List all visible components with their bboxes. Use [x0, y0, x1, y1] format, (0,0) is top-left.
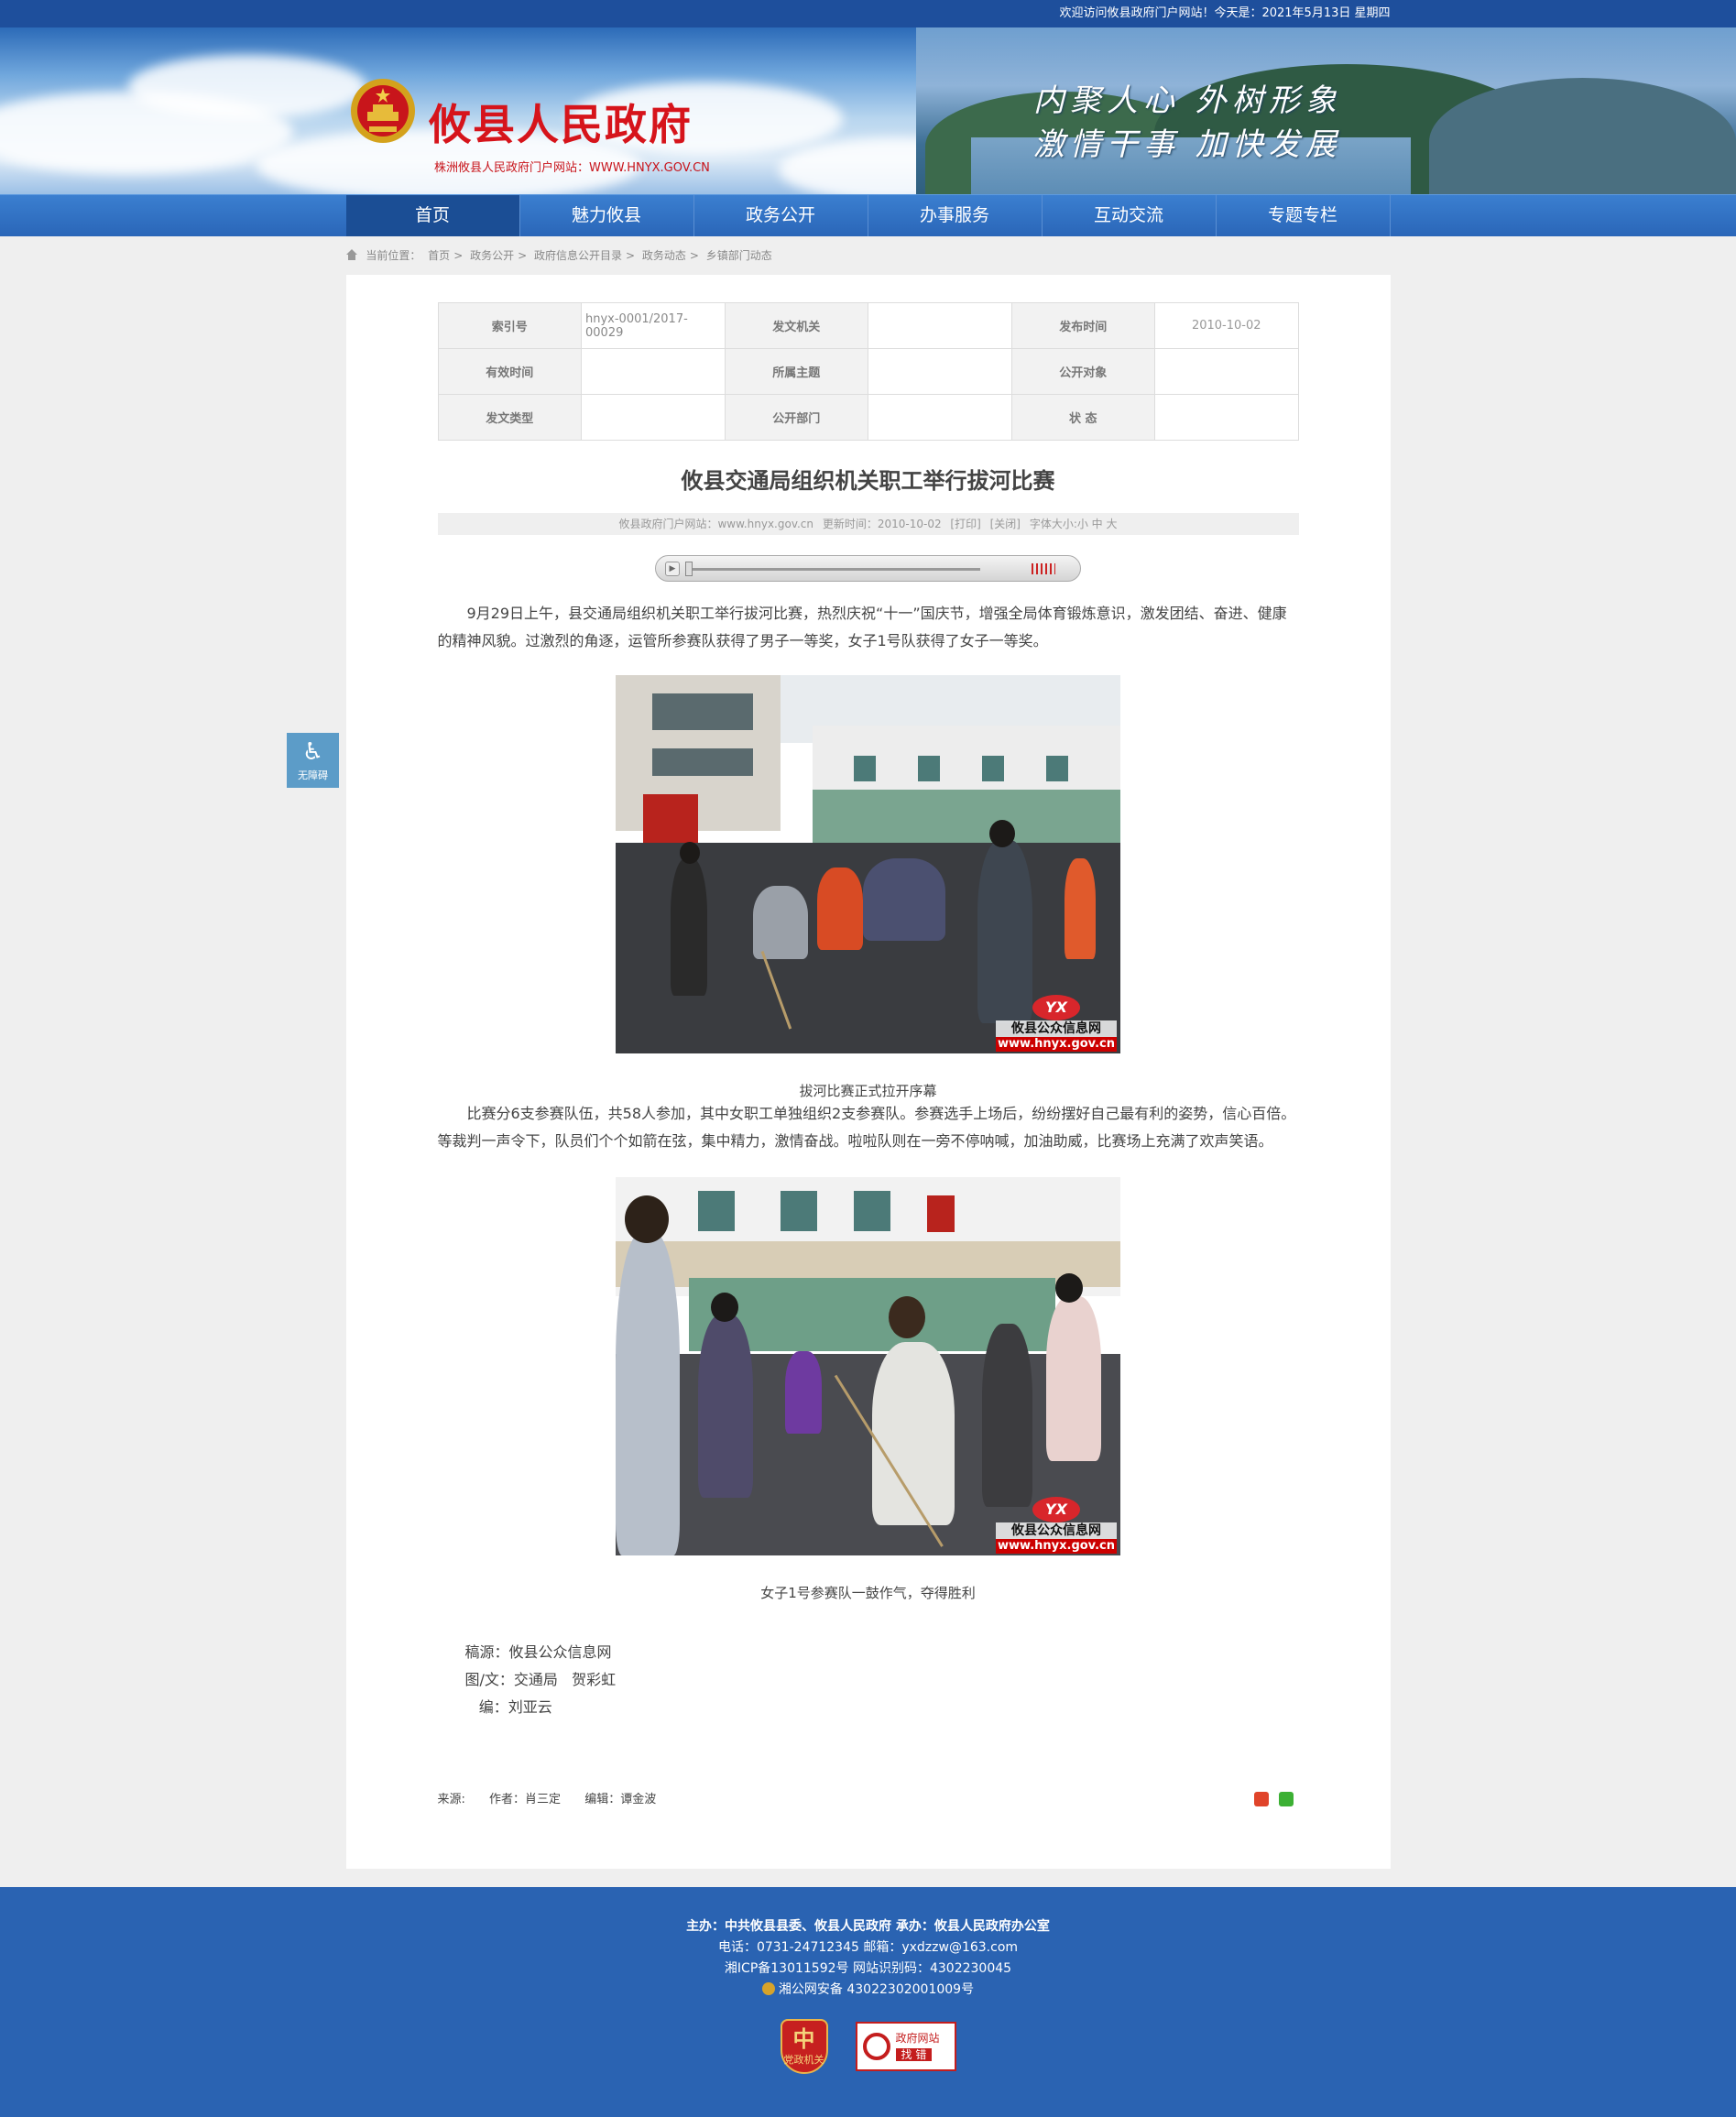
welcome-text: 欢迎访问攸县政府门户网站！今天是：2021年5月13日 星期四: [1059, 6, 1391, 20]
footer-sponsor: 主办：中共攸县县委、攸县人民政府 承办：攸县人民政府办公室: [686, 1919, 1050, 1934]
magnifier-icon: [862, 2033, 890, 2060]
accessibility-label: 无障碍: [298, 769, 328, 781]
credit-source: 稿源：攸县公众信息网: [464, 1643, 612, 1661]
breadcrumb-catalog[interactable]: 政府信息公开目录: [534, 249, 622, 262]
article-footer-info: 来源: 作者：肖三定 编辑：谭金波: [438, 1789, 1299, 1807]
site-title: 攸县人民政府: [429, 100, 693, 149]
wheelchair-icon: ♿: [301, 738, 324, 766]
site-footer: 主办：中共攸县县委、攸县人民政府 承办：攸县人民政府办公室 电话：0731-24…: [0, 1887, 1736, 2117]
breadcrumb-separator: >: [453, 249, 464, 262]
watermark-logo: YX: [1032, 995, 1080, 1020]
meta-key: 发文机关: [724, 302, 868, 349]
top-bar: 欢迎访问攸县政府门户网站！今天是：2021年5月13日 星期四: [0, 0, 1736, 27]
nav-item-gov-affairs[interactable]: 政务公开: [694, 195, 868, 236]
article-paragraph-1: 9月29日上午，县交通局组织机关职工举行拔河比赛，热烈庆祝“十一”国庆节，增强全…: [437, 605, 1287, 649]
home-icon: [345, 249, 357, 260]
main-nav: 首页 魅力攸县 政务公开 办事服务 互动交流 专题专栏: [0, 194, 1736, 236]
meta-key: 索引号: [437, 302, 582, 349]
meta-key: 所属主题: [724, 348, 868, 395]
wechat-share-icon[interactable]: [1278, 1792, 1294, 1806]
meta-key: 状 态: [1010, 394, 1155, 441]
breadcrumb-separator: >: [689, 249, 699, 262]
photo-caption-1: 拔河比赛正式拉开序幕: [799, 1083, 937, 1099]
article-credits: 稿源：攸县公众信息网 图/文：交通局 贺彩虹 编：刘亚云: [438, 1639, 1299, 1721]
watermark: YX 攸县公众信息网 www.hnyx.gov.cn: [996, 1497, 1117, 1554]
breadcrumb-label: 当前位置：: [366, 249, 421, 262]
breadcrumb-home[interactable]: 首页: [428, 249, 450, 262]
party-gov-badge[interactable]: 中 党政机关: [780, 2019, 828, 2074]
nav-item-services[interactable]: 办事服务: [868, 195, 1043, 236]
info-updated: 更新时间：2010-10-02: [822, 518, 942, 530]
meta-value: [1154, 394, 1299, 441]
article-paragraph-2: 比赛分6支参赛队伍，共58人参加，其中女职工单独组织2支参赛队。参赛选手上场后，…: [437, 1105, 1296, 1150]
article-photo-1: YX 攸县公众信息网 www.hnyx.gov.cn: [616, 675, 1120, 1053]
footer-author: 作者：肖三定: [489, 1793, 562, 1806]
volume-icon[interactable]: [1032, 563, 1055, 574]
audio-progress-handle[interactable]: [685, 562, 693, 576]
watermark-name: 攸县公众信息网: [996, 1522, 1117, 1539]
meta-value: [581, 348, 726, 395]
photo-caption-2: 女子1号参赛队一鼓作气，夺得胜利: [760, 1585, 976, 1601]
metadata-table: 索引号 hnyx-0001/2017-00029 发文机关 发布时间 2010-…: [437, 302, 1299, 441]
header-banner: 攸县人民政府 株洲攸县人民政府门户网站：WWW.HNYX.GOV.CN 内聚人心…: [0, 27, 1736, 194]
meta-key: 公开对象: [1010, 348, 1155, 395]
breadcrumb-township[interactable]: 乡镇部门动态: [706, 249, 772, 262]
article-title: 攸县交通局组织机关职工举行拔河比赛: [681, 468, 1055, 494]
breadcrumb-separator: >: [626, 249, 636, 262]
audio-progress-track[interactable]: [687, 568, 980, 571]
article-photo-2: YX 攸县公众信息网 www.hnyx.gov.cn: [616, 1177, 1120, 1555]
footer-public-security[interactable]: 湘公网安备 43022302001009号: [779, 1982, 974, 1997]
play-icon[interactable]: ▶: [665, 562, 680, 576]
gov-site-error-report-badge[interactable]: 政府网站 找 错: [855, 2022, 956, 2071]
meta-value: 2010-10-02: [1154, 302, 1299, 349]
meta-value: [868, 348, 1012, 395]
meta-key: 发文类型: [437, 394, 582, 441]
national-emblem-icon: [351, 79, 415, 143]
watermark-name: 攸县公众信息网: [996, 1020, 1117, 1037]
site-subtitle: 株洲攸县人民政府门户网站：WWW.HNYX.GOV.CN: [434, 161, 710, 175]
breadcrumb: 当前位置： 首页 > 政务公开 > 政府信息公开目录 > 政务动态 > 乡镇部门动态: [345, 236, 1391, 275]
meta-key: 有效时间: [437, 348, 582, 395]
meta-key: 发布时间: [1010, 302, 1155, 349]
police-badge-icon: [761, 1982, 775, 1995]
slogan-line-1: 内聚人心 外树形象: [1033, 82, 1342, 119]
meta-key: 公开部门: [724, 394, 868, 441]
footer-editor: 编辑：谭金波: [584, 1793, 657, 1806]
share-buttons: [1249, 1792, 1294, 1810]
meta-value: [868, 302, 1012, 349]
nav-item-interaction[interactable]: 互动交流: [1043, 195, 1217, 236]
audio-player[interactable]: ▶: [655, 555, 1081, 582]
meta-value: [581, 394, 726, 441]
breadcrumb-news[interactable]: 政务动态: [642, 249, 686, 262]
article-info-bar: 攸县政府门户网站：www.hnyx.gov.cn 更新时间：2010-10-02…: [437, 513, 1299, 535]
credit-author: 图/文：交通局 贺彩虹: [464, 1671, 617, 1688]
footer-icp[interactable]: 湘ICP备13011592号 网站识别码：4302230045: [0, 1959, 1736, 1980]
watermark-url: www.hnyx.gov.cn: [996, 1539, 1117, 1554]
watermark: YX 攸县公众信息网 www.hnyx.gov.cn: [996, 995, 1117, 1052]
weibo-share-icon[interactable]: [1254, 1792, 1270, 1806]
accessibility-button[interactable]: ♿ 无障碍: [287, 733, 339, 788]
breadcrumb-separator: >: [518, 249, 528, 262]
nav-item-topics[interactable]: 专题专栏: [1217, 195, 1391, 236]
print-link[interactable]: [打印]: [950, 518, 980, 530]
watermark-url: www.hnyx.gov.cn: [996, 1037, 1117, 1052]
meta-value: hnyx-0001/2017-00029: [581, 302, 726, 349]
slogan-line-2: 激情干事 加快发展: [1033, 126, 1342, 163]
nav-item-home[interactable]: 首页: [345, 195, 520, 236]
nav-item-charm[interactable]: 魅力攸县: [520, 195, 694, 236]
footer-source: 来源:: [437, 1793, 465, 1806]
font-size-control[interactable]: 字体大小:小 中 大: [1030, 518, 1118, 530]
meta-value: [868, 394, 1012, 441]
meta-value: [1154, 348, 1299, 395]
watermark-logo: YX: [1032, 1497, 1080, 1522]
credit-editor: 编：刘亚云: [464, 1698, 552, 1716]
breadcrumb-gov-affairs[interactable]: 政务公开: [470, 249, 514, 262]
close-link[interactable]: [关闭]: [990, 518, 1021, 530]
article-container: 索引号 hnyx-0001/2017-00029 发文机关 发布时间 2010-…: [345, 275, 1391, 1869]
footer-contact: 电话：0731-24712345 邮箱：yxdzzw@163.com: [717, 1940, 1019, 1955]
info-site: 攸县政府门户网站：www.hnyx.gov.cn: [618, 518, 814, 530]
